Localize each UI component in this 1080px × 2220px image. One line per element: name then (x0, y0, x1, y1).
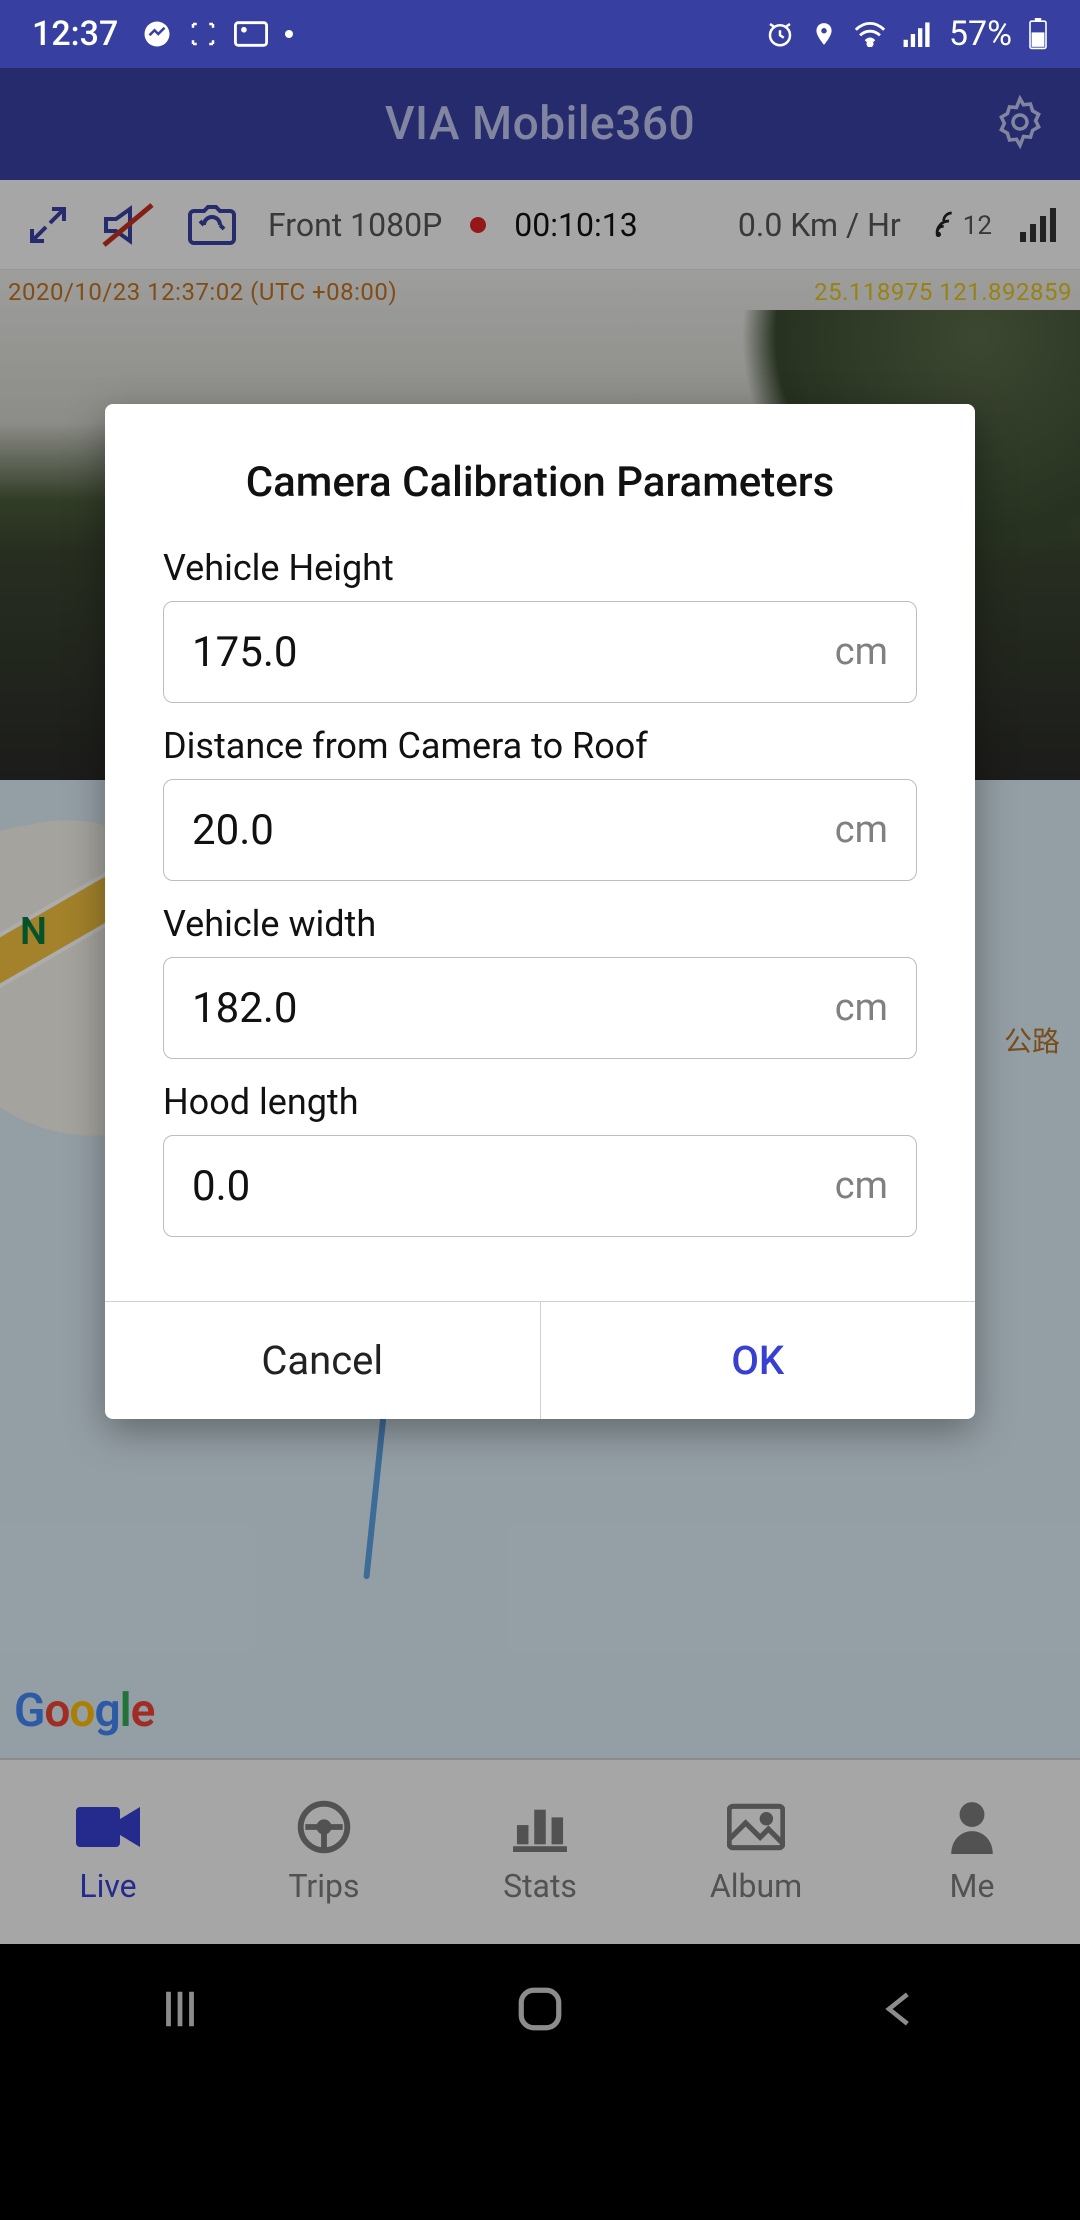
field-label: Vehicle width (163, 903, 917, 945)
ok-button[interactable]: OK (541, 1302, 976, 1419)
input-value[interactable]: 175.0 (192, 628, 835, 677)
camera-to-roof-input[interactable]: 20.0 cm (163, 779, 917, 881)
calibration-dialog: Camera Calibration Parameters Vehicle He… (105, 404, 975, 1419)
location-icon (811, 19, 837, 49)
status-left-cluster: 12:37 (32, 14, 294, 54)
input-unit: cm (835, 1164, 888, 1208)
input-unit: cm (835, 630, 888, 674)
messenger-icon (142, 19, 172, 49)
input-value[interactable]: 182.0 (192, 984, 835, 1033)
input-value[interactable]: 20.0 (192, 806, 835, 855)
vehicle-height-input[interactable]: 175.0 cm (163, 601, 917, 703)
vehicle-width-input[interactable]: 182.0 cm (163, 957, 917, 1059)
field-camera-to-roof: Distance from Camera to Roof 20.0 cm (163, 725, 917, 881)
status-time: 12:37 (32, 14, 118, 54)
status-right-cluster: 57% (765, 14, 1048, 54)
field-vehicle-width: Vehicle width 182.0 cm (163, 903, 917, 1059)
input-unit: cm (835, 808, 888, 852)
status-bar: 12:37 (0, 0, 1080, 68)
input-unit: cm (835, 986, 888, 1030)
alarm-icon (765, 19, 795, 49)
dialog-title: Camera Calibration Parameters (105, 404, 975, 547)
field-label: Hood length (163, 1081, 917, 1123)
app-root: 12:37 (0, 0, 1080, 2220)
field-hood-length: Hood length 0.0 cm (163, 1081, 917, 1237)
input-value[interactable]: 0.0 (192, 1162, 835, 1211)
battery-text: 57% (949, 14, 1012, 54)
field-label: Vehicle Height (163, 547, 917, 589)
field-label: Distance from Camera to Roof (163, 725, 917, 767)
dialog-form: Vehicle Height 175.0 cm Distance from Ca… (105, 547, 975, 1301)
landscape-icon (234, 21, 268, 47)
wifi-icon (853, 21, 887, 47)
cell-icon (903, 21, 933, 47)
hood-length-input[interactable]: 0.0 cm (163, 1135, 917, 1237)
scan-icon (188, 19, 218, 49)
cancel-button[interactable]: Cancel (105, 1302, 541, 1419)
field-vehicle-height: Vehicle Height 175.0 cm (163, 547, 917, 703)
dot-icon (284, 29, 294, 39)
battery-icon (1028, 18, 1048, 50)
dialog-actions: Cancel OK (105, 1301, 975, 1419)
